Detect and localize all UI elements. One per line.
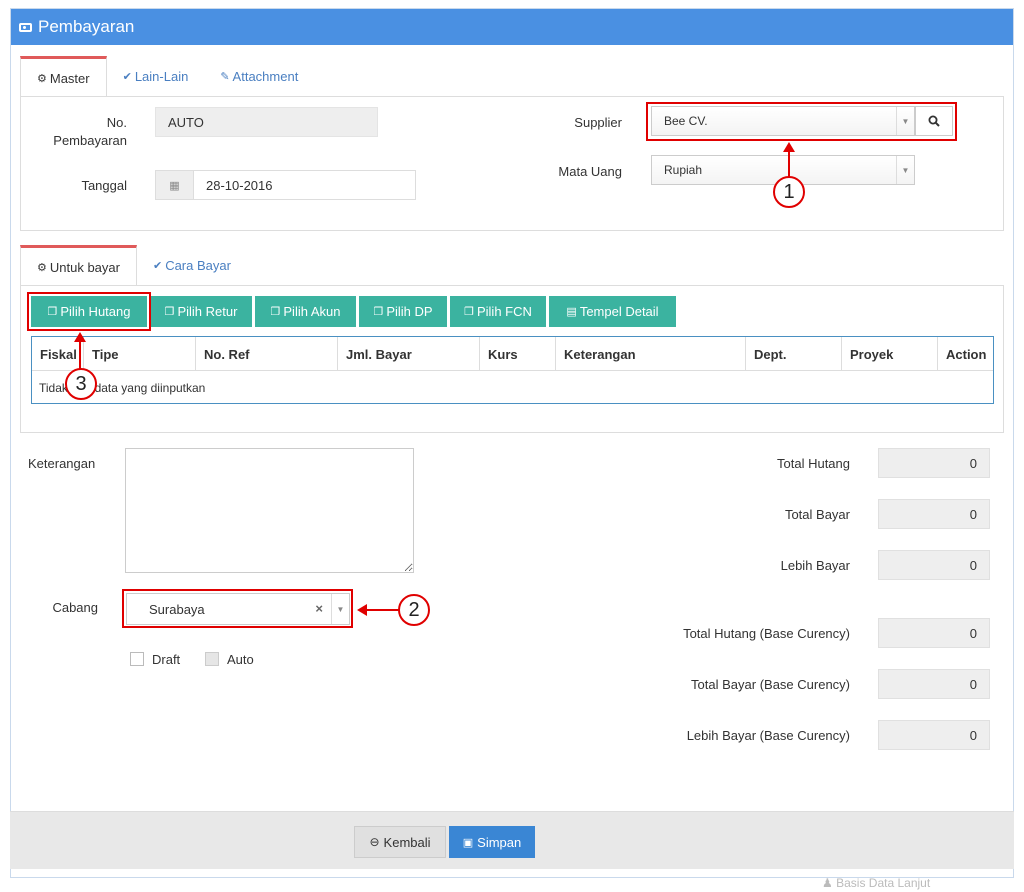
total-bayar-base-label: Total Bayar (Base Curency) — [691, 677, 850, 692]
tab-attachment[interactable]: ✎ Attachment — [204, 56, 314, 96]
back-arrow-icon: ⊖ — [369, 835, 380, 849]
copy-icon: ❐ — [270, 306, 281, 318]
arrow-left-icon — [357, 604, 367, 616]
money-icon — [19, 22, 32, 32]
annotation-arrow-3 — [79, 338, 81, 370]
keterangan-label: Keterangan — [28, 456, 96, 471]
copy-icon: ❐ — [464, 306, 474, 318]
annotation-circle-3: 3 — [65, 368, 97, 400]
lebih-bayar-base-label: Lebih Bayar (Base Curency) — [686, 728, 850, 743]
arrow-up-icon — [783, 142, 795, 152]
lebih-bayar-label: Lebih Bayar — [780, 558, 850, 573]
tab-cara-bayar[interactable]: ✔ Cara Bayar — [137, 245, 247, 285]
simpan-button[interactable]: ▣ Simpan — [449, 826, 535, 858]
user-icon: ♟ — [822, 876, 833, 890]
mata-uang-label: Mata Uang — [558, 164, 622, 179]
column-header: Tipe — [84, 337, 196, 371]
kembali-button[interactable]: ⊖ Kembali — [354, 826, 446, 858]
pilih-akun-button[interactable]: ❐ Pilih Akun — [255, 296, 356, 327]
detail-tabs: ⚙ Untuk bayar ✔ Cara Bayar — [20, 245, 247, 286]
total-bayar-base-field: 0 — [878, 669, 990, 699]
watermark: ♟ Basis Data Lanjut — [822, 876, 931, 890]
total-hutang-field: 0 — [878, 448, 990, 478]
total-bayar-label: Total Bayar — [784, 507, 850, 522]
total-bayar-field: 0 — [878, 499, 990, 529]
tab-untuk-bayar[interactable]: ⚙ Untuk bayar — [20, 245, 137, 286]
cabang-label: Cabang — [52, 600, 98, 615]
tanggal-field[interactable]: ▦ 28-10-2016 — [155, 170, 416, 200]
hutang-table: Fiskal Tipe No. Ref Jml. Bayar Kurs Kete… — [31, 336, 994, 404]
page-title: Pembayaran — [38, 17, 135, 36]
highlight-cabang — [122, 589, 353, 628]
total-hutang-base-label: Total Hutang (Base Curency) — [683, 626, 850, 641]
auto-label: Auto — [227, 652, 254, 667]
lebih-bayar-base-field: 0 — [878, 720, 990, 750]
no-pembayaran-field: AUTO — [155, 107, 378, 137]
total-hutang-base-field: 0 — [878, 618, 990, 648]
form-footer: ⊖ Kembali ▣ Simpan — [10, 811, 1014, 869]
column-header: Kurs — [480, 337, 556, 371]
pilih-fcn-button[interactable]: ❐ Pilih FCN — [450, 296, 546, 327]
check-circle-icon: ✔ — [152, 259, 163, 272]
gears-icon: ⚙ — [37, 72, 47, 85]
annotation-arrow-2 — [366, 609, 400, 611]
gears-icon: ⚙ — [37, 261, 47, 274]
pilih-retur-button[interactable]: ❐ Pilih Retur — [150, 296, 252, 327]
calendar-icon[interactable]: ▦ — [156, 171, 194, 199]
annotation-arrow-1 — [788, 148, 790, 178]
tempel-detail-button[interactable]: ▤ Tempel Detail — [549, 296, 676, 327]
total-hutang-label: Total Hutang — [777, 456, 850, 471]
highlight-pilih-hutang — [27, 292, 151, 331]
arrow-up-icon — [74, 332, 86, 342]
master-tabs: ⚙ Master ✔ Lain-Lain ✎ Attachment — [20, 56, 314, 97]
supplier-label: Supplier — [574, 115, 622, 130]
pilih-dp-button[interactable]: ❐ Pilih DP — [359, 296, 447, 327]
draft-checkbox[interactable] — [130, 652, 144, 666]
tab-lain-lain[interactable]: ✔ Lain-Lain — [107, 56, 205, 96]
column-header: Keterangan — [556, 337, 746, 371]
check-circle-icon: ✔ — [122, 70, 132, 83]
paperclip-icon: ✎ — [220, 70, 230, 83]
copy-icon: ❐ — [164, 306, 175, 318]
paste-icon: ▤ — [566, 306, 577, 318]
empty-message: Tidak ada data yang diinputkan — [39, 381, 206, 395]
column-header: Proyek — [842, 337, 938, 371]
table-header: Fiskal Tipe No. Ref Jml. Bayar Kurs Kete… — [32, 337, 993, 371]
save-icon: ▣ — [462, 836, 474, 849]
annotation-circle-2: 2 — [398, 594, 430, 626]
annotation-circle-1: 1 — [773, 176, 805, 208]
column-header: Action — [946, 346, 987, 362]
column-header: Dept. — [746, 337, 842, 371]
tab-master[interactable]: ⚙ Master — [20, 56, 107, 97]
auto-checkbox[interactable] — [205, 652, 219, 666]
chevron-down-icon[interactable]: ▼ — [896, 156, 914, 184]
copy-icon: ❐ — [373, 306, 384, 318]
no-pembayaran-label: No. Pembayaran — [53, 115, 127, 148]
draft-label: Draft — [152, 652, 181, 667]
column-header: No. Ref — [196, 337, 338, 371]
column-header: Jml. Bayar — [338, 337, 480, 371]
lebih-bayar-field: 0 — [878, 550, 990, 580]
panel-header: Pembayaran — [11, 9, 1013, 45]
highlight-supplier — [646, 102, 957, 141]
tanggal-label: Tanggal — [81, 178, 127, 193]
keterangan-textarea[interactable] — [125, 448, 414, 573]
column-header: Fiskal — [32, 337, 84, 371]
